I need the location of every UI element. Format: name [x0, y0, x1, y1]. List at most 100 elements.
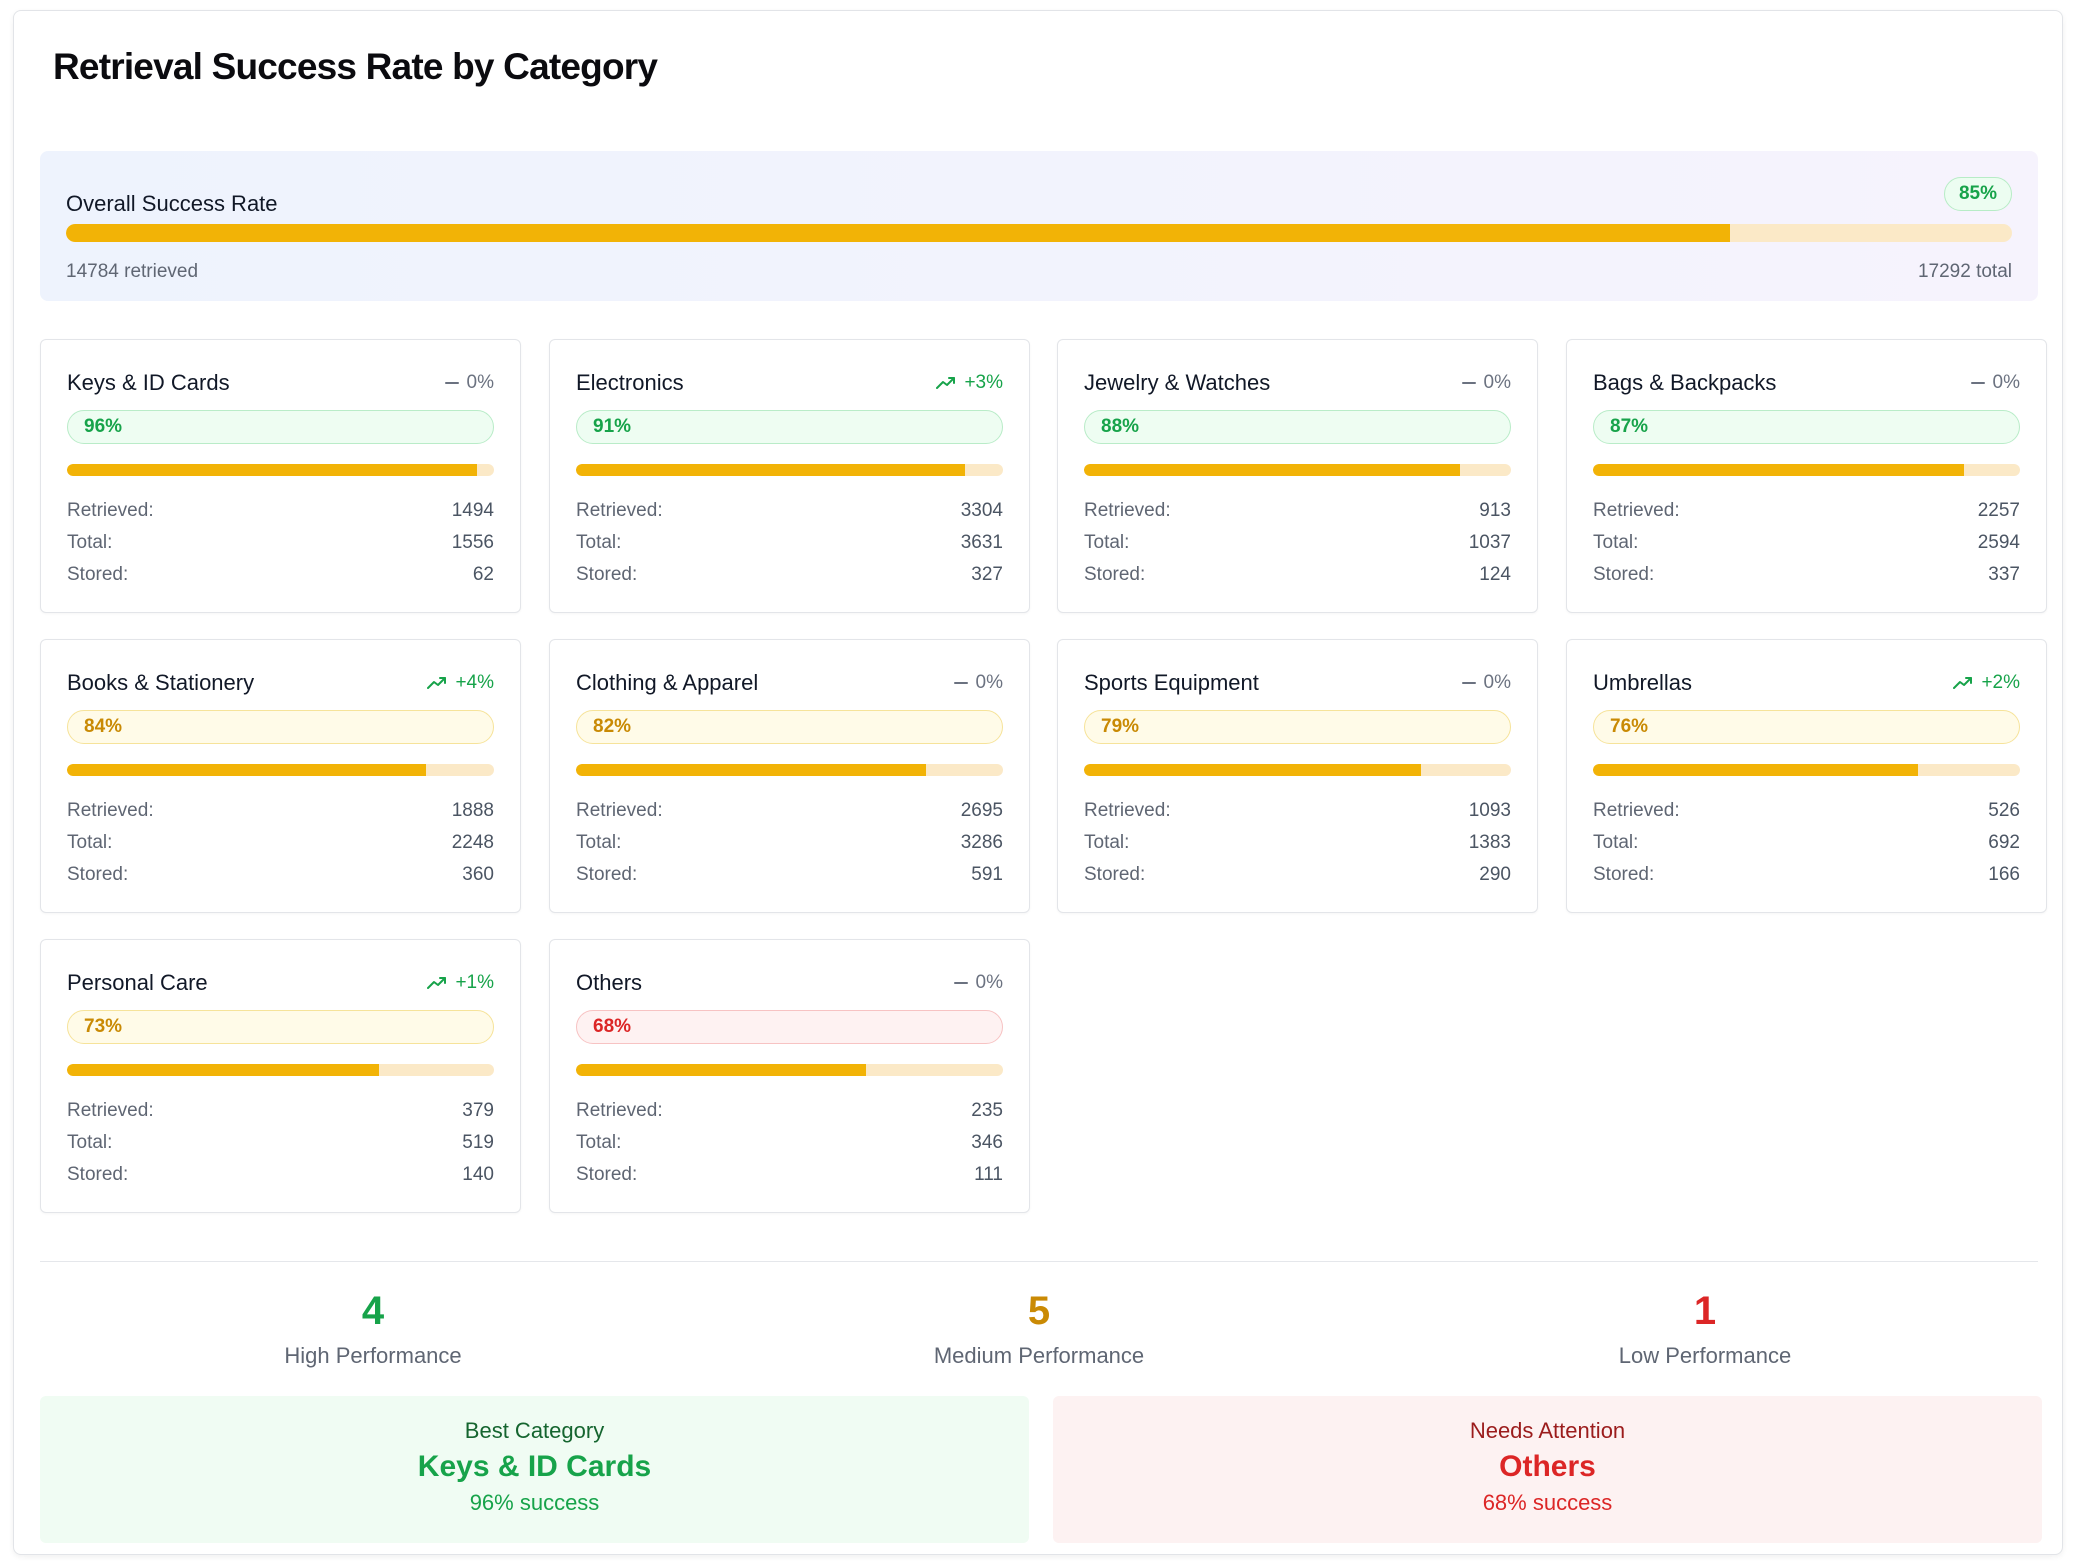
retrieved-label: Retrieved:: [67, 500, 154, 521]
retrieved-value: 526: [1988, 800, 2020, 821]
stored-label: Stored:: [67, 1164, 129, 1185]
category-trend-value: 0%: [1992, 372, 2020, 393]
category-name: Others: [576, 970, 643, 995]
stored-label: Stored:: [1084, 564, 1146, 585]
category-trend-value: 0%: [466, 372, 494, 393]
stored-value: 140: [462, 1164, 494, 1185]
stored-row: Stored: 111: [576, 1164, 1003, 1188]
category-trend: 0%: [953, 672, 1003, 694]
trend-flat-icon: [1970, 382, 1985, 384]
stored-value: 327: [971, 564, 1003, 585]
category-progress-track: [576, 464, 1003, 476]
stored-value: 62: [472, 564, 494, 585]
category-card: Jewelry & Watches 0% 88% Retrieved: 913 Total…: [1057, 339, 1538, 613]
category-name: Sports Equipment: [1084, 670, 1259, 695]
total-value: 346: [971, 1132, 1003, 1153]
total-row: Total: 2248: [67, 832, 494, 856]
total-row: Total: 346: [576, 1132, 1003, 1156]
category-progress-fill: [576, 1064, 867, 1076]
category-name: Jewelry & Watches: [1084, 370, 1271, 395]
stored-label: Stored:: [67, 864, 129, 885]
total-row: Total: 3286: [576, 832, 1003, 856]
stored-label: Stored:: [1593, 564, 1655, 585]
needs-attention-heading: Needs Attention: [1469, 1418, 1626, 1443]
stored-value: 290: [1479, 864, 1511, 885]
category-rate-badge: 88%: [1084, 410, 1511, 444]
stored-value: 591: [971, 864, 1003, 885]
low-performance-label: Low Performance: [1618, 1343, 1792, 1368]
category-progress-track: [67, 1064, 494, 1076]
divider: [40, 1261, 2038, 1262]
total-label: Total:: [576, 832, 622, 853]
category-trend-value: 0%: [1483, 672, 1511, 693]
retrieved-label: Retrieved:: [576, 1100, 663, 1121]
retrieved-row: Retrieved: 1093: [1084, 800, 1511, 824]
best-category-heading: Best Category: [464, 1418, 605, 1443]
category-progress-track: [1084, 464, 1511, 476]
total-value: 519: [462, 1132, 494, 1153]
stored-value: 124: [1479, 564, 1511, 585]
retrieved-row: Retrieved: 2695: [576, 800, 1003, 824]
total-label: Total:: [67, 1132, 113, 1153]
stored-label: Stored:: [1084, 864, 1146, 885]
retrieved-label: Retrieved:: [67, 1100, 154, 1121]
retrieved-row: Retrieved: 913: [1084, 500, 1511, 524]
category-progress-fill: [67, 764, 426, 776]
overall-rate-badge: 85%: [1943, 177, 2012, 211]
category-name: Keys & ID Cards: [67, 370, 230, 395]
low-performance-stat: 1 Low Performance: [1372, 1289, 2038, 1369]
trend-up-icon: [936, 377, 956, 389]
stored-row: Stored: 140: [67, 1164, 494, 1188]
category-trend: 0%: [1970, 372, 2020, 394]
retrieved-row: Retrieved: 526: [1593, 800, 2020, 824]
retrieved-value: 1888: [451, 800, 494, 821]
retrieved-value: 379: [462, 1100, 494, 1121]
needs-attention-callout: Needs Attention Others 68% success: [1053, 1396, 2042, 1543]
category-progress-fill: [1084, 764, 1422, 776]
retrieved-label: Retrieved:: [576, 500, 663, 521]
category-trend: +2%: [1953, 672, 2020, 694]
category-progress-track: [576, 1064, 1003, 1076]
category-trend: 0%: [1461, 372, 1511, 394]
stored-row: Stored: 327: [576, 564, 1003, 588]
total-label: Total:: [1084, 832, 1130, 853]
category-trend-value: 0%: [975, 672, 1003, 693]
stored-label: Stored:: [576, 864, 638, 885]
total-value: 2594: [1977, 532, 2020, 553]
category-rate-badge: 73%: [67, 1010, 494, 1044]
stored-row: Stored: 337: [1593, 564, 2020, 588]
category-progress-fill: [67, 464, 477, 476]
category-rate-badge: 79%: [1084, 710, 1511, 744]
trend-up-icon: [1953, 677, 1973, 689]
overall-total: 17292 total: [1917, 261, 2012, 282]
category-rate-badge: 84%: [67, 710, 494, 744]
category-card: Clothing & Apparel 0% 82% Retrieved: 2695 Tot…: [549, 639, 1030, 913]
stored-label: Stored:: [576, 564, 638, 585]
medium-performance-count: 5: [1027, 1289, 1051, 1333]
total-value: 3286: [960, 832, 1003, 853]
medium-performance-stat: 5 Medium Performance: [706, 1289, 1372, 1369]
overall-progress-track: [66, 224, 2012, 242]
total-value: 1037: [1468, 532, 1511, 553]
category-progress-track: [1593, 464, 2020, 476]
category-card: Keys & ID Cards 0% 96% Retrieved: 1494 Total:…: [40, 339, 521, 613]
category-trend-value: 0%: [975, 972, 1003, 993]
retrieval-panel: Retrieval Success Rate by Category Overa…: [13, 10, 2063, 1555]
total-label: Total:: [1593, 532, 1639, 553]
category-trend: +1%: [427, 972, 494, 994]
best-category-name: Keys & ID Cards: [417, 1450, 652, 1483]
category-rate-badge: 87%: [1593, 410, 2020, 444]
category-progress-track: [67, 764, 494, 776]
category-card: Books & Stationery +4% 84% Retrieved: 1888 To…: [40, 639, 521, 913]
category-card: Electronics +3% 91% Retrieved: 3304 Total: 363…: [549, 339, 1030, 613]
trend-flat-icon: [1461, 682, 1476, 684]
total-label: Total:: [67, 832, 113, 853]
best-category-callout: Best Category Keys & ID Cards 96% succes…: [40, 1396, 1029, 1543]
overall-success-card: Overall Success Rate 85% 14784 retrieved…: [40, 151, 2038, 301]
category-trend: 0%: [953, 972, 1003, 994]
category-rate-badge: 76%: [1593, 710, 2020, 744]
category-progress-fill: [1593, 764, 1918, 776]
page-title: Retrieval Success Rate by Category: [53, 46, 658, 87]
total-value: 3631: [960, 532, 1003, 553]
category-name: Personal Care: [67, 970, 208, 995]
